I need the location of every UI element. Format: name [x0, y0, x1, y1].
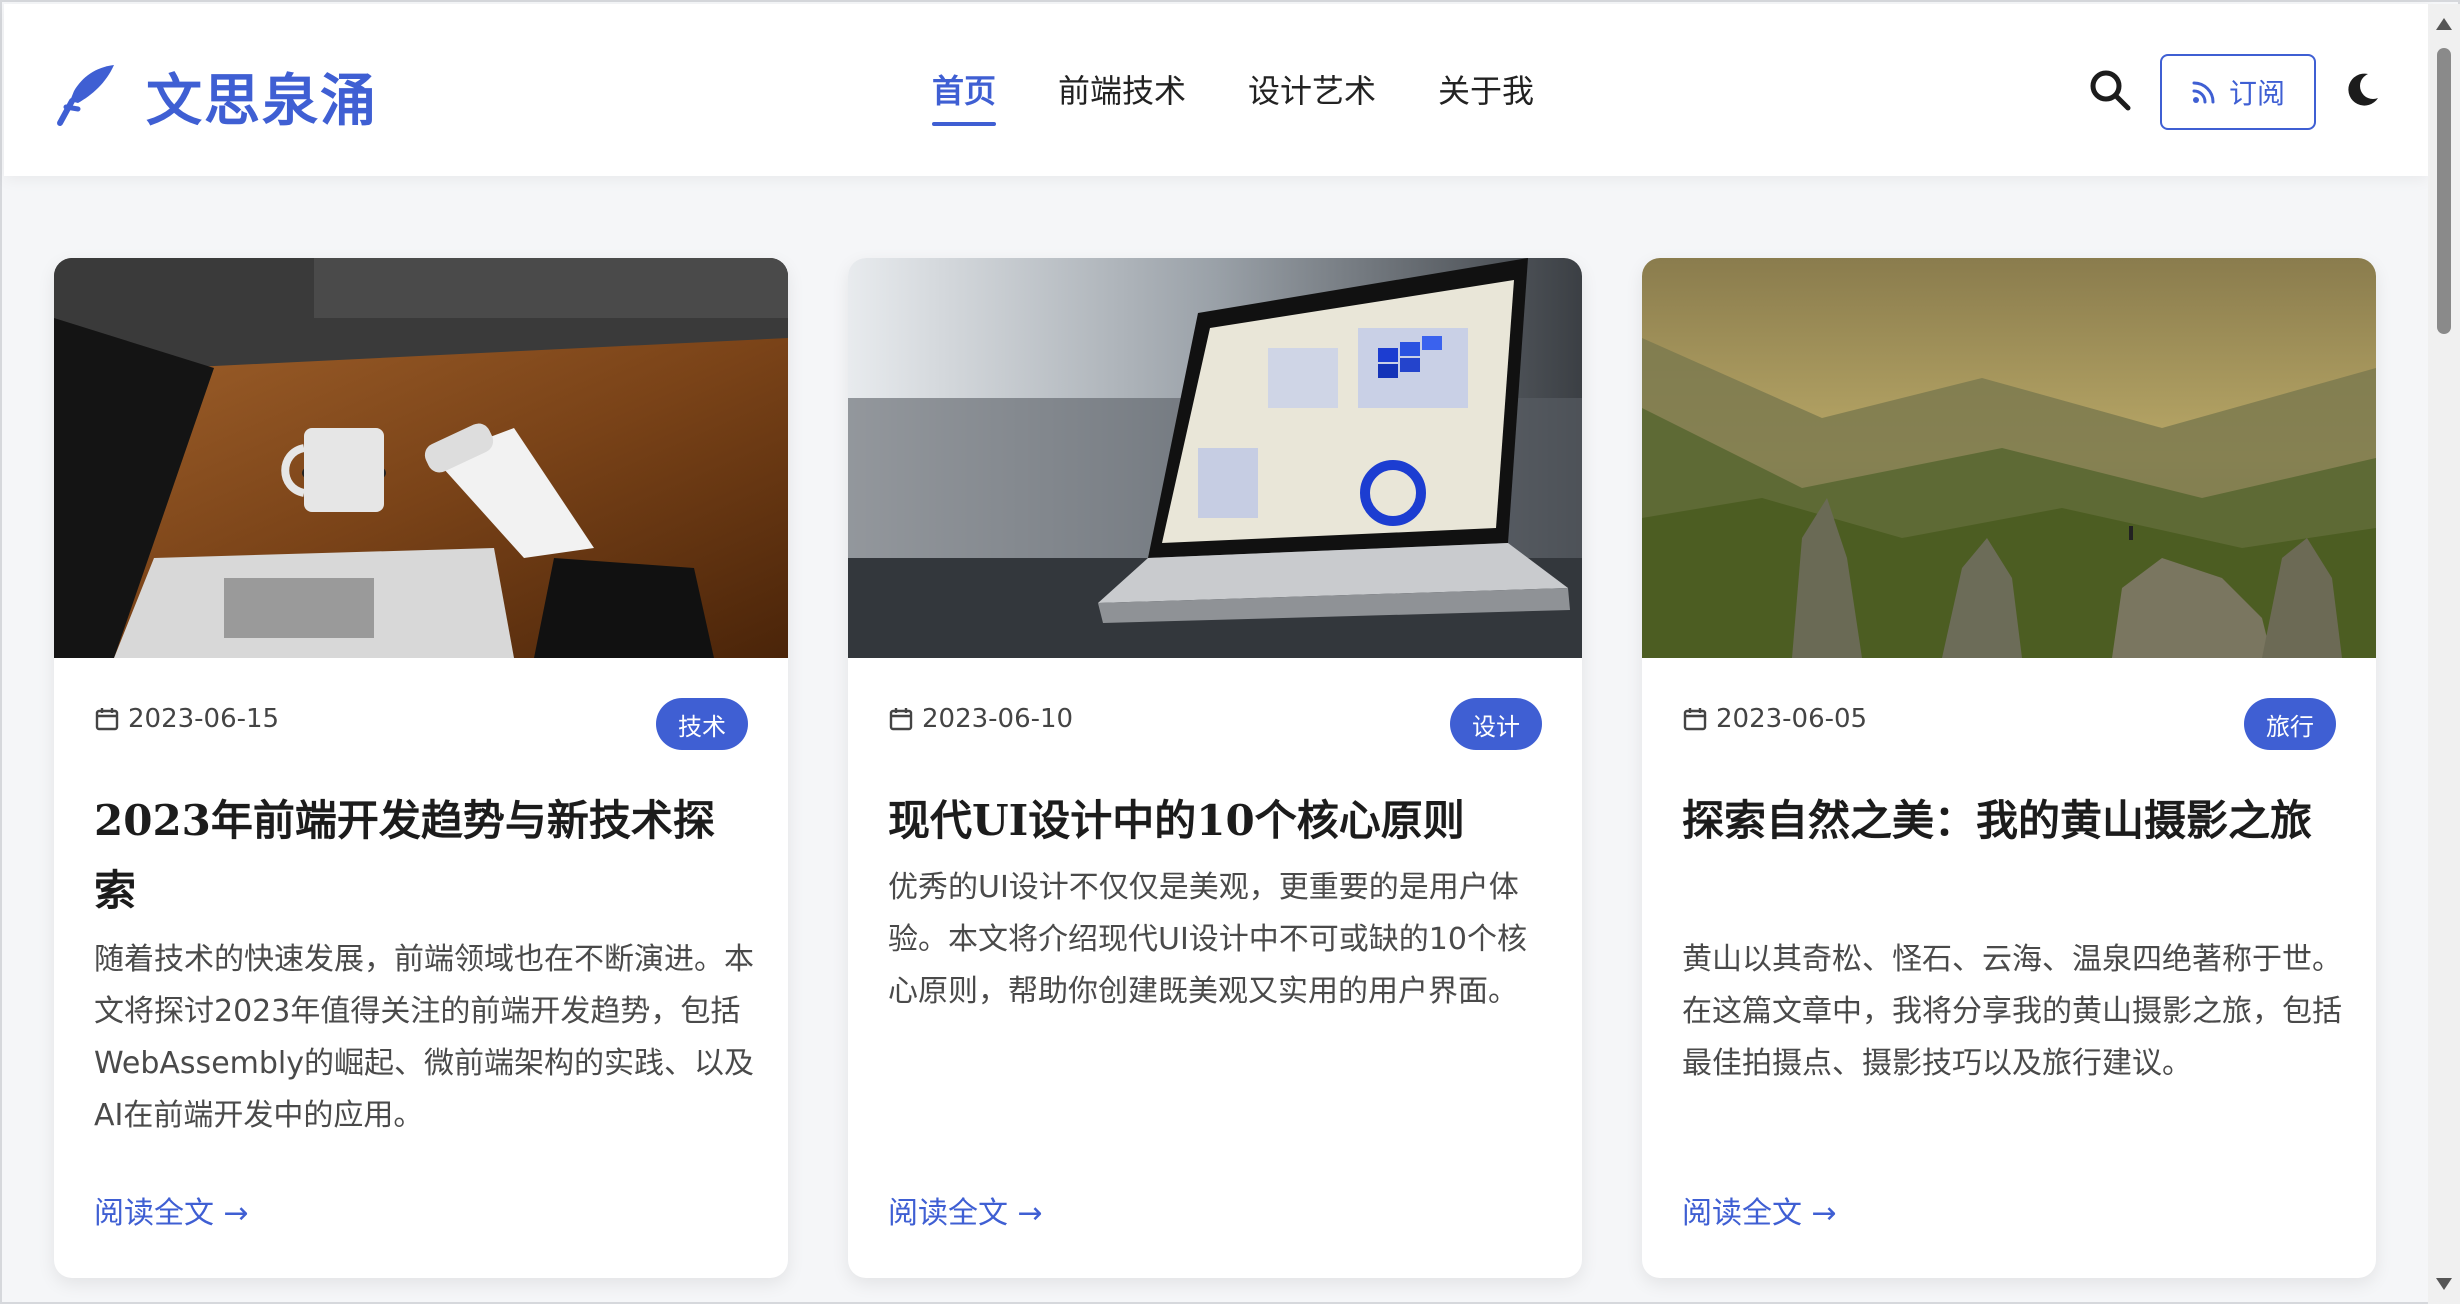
article-image[interactable] — [54, 258, 788, 658]
moon-icon — [2348, 73, 2378, 106]
rss-icon — [2192, 81, 2215, 104]
calendar-icon — [1683, 708, 1707, 731]
site-title: 文思泉涌 — [146, 68, 378, 134]
article-card[interactable]: 2023-06-10 设计 现代UI设计中的10个核心原则 优秀的UI设计不仅仅… — [848, 258, 1582, 1278]
article-excerpt: 随着技术的快速发展，前端领域也在不断演进。本文将探讨2023年值得关注的前端开发… — [94, 942, 754, 1133]
scroll-down-icon[interactable] — [2436, 1278, 2452, 1290]
read-more-link[interactable]: 阅读全文 → — [1682, 1188, 1837, 1232]
article-image[interactable] — [848, 258, 1582, 658]
subscribe-button[interactable]: 订阅 — [2160, 54, 2316, 130]
nav-item-home[interactable]: 首页 — [932, 66, 997, 126]
calendar-icon — [889, 708, 913, 731]
article-excerpt: 黄山以其奇松、怪石、云海、温泉四绝著称于世。在这篇文章中，我将分享我的黄山摄影之… — [1682, 942, 2342, 1081]
article-date: 2023-06-10 — [922, 704, 1074, 734]
scroll-up-icon[interactable] — [2436, 18, 2452, 30]
category-badge[interactable]: 设计 — [1450, 698, 1542, 750]
article-meta: 2023-06-15 — [94, 704, 279, 734]
read-more-link[interactable]: 阅读全文 → — [94, 1188, 249, 1232]
article-date: 2023-06-15 — [128, 704, 280, 734]
site-logo[interactable]: 文思泉涌 — [52, 56, 378, 137]
article-title[interactable]: 现代UI设计中的10个核心原则 — [888, 786, 1548, 856]
category-badge[interactable]: 技术 — [656, 698, 748, 750]
search-button[interactable] — [2086, 66, 2134, 114]
calendar-icon — [95, 708, 119, 731]
site-header: 文思泉涌 首页 前端技术 设计艺术 关于我 订阅 — [4, 4, 2428, 176]
article-meta: 2023-06-10 — [888, 704, 1073, 734]
nav-item-frontend[interactable]: 前端技术 — [1058, 66, 1186, 126]
main-nav: 首页 前端技术 设计艺术 关于我 — [932, 66, 1534, 126]
article-meta: 2023-06-05 — [1682, 704, 1867, 734]
feather-pen-icon — [52, 61, 120, 133]
read-more-link[interactable]: 阅读全文 → — [888, 1188, 1043, 1232]
article-card[interactable]: 2023-06-15 技术 2023年前端开发趋势与新技术探索 随着技术的快速发… — [54, 258, 788, 1278]
article-title[interactable]: 探索自然之美：我的黄山摄影之旅 — [1682, 786, 2342, 856]
article-image[interactable] — [1642, 258, 2376, 658]
article-title[interactable]: 2023年前端开发趋势与新技术探索 — [94, 786, 754, 926]
page-scrollbar[interactable] — [2428, 4, 2460, 1304]
browser-viewport: 文思泉涌 首页 前端技术 设计艺术 关于我 订阅 2023-06-15 技术 2… — [0, 0, 2460, 1304]
nav-item-about[interactable]: 关于我 — [1438, 66, 1534, 126]
nav-item-design[interactable]: 设计艺术 — [1248, 66, 1376, 126]
theme-toggle-button[interactable] — [2342, 70, 2382, 110]
search-icon — [2090, 70, 2131, 111]
article-date: 2023-06-05 — [1716, 704, 1868, 734]
category-badge[interactable]: 旅行 — [2244, 698, 2336, 750]
subscribe-label: 订阅 — [2228, 77, 2285, 110]
article-excerpt: 优秀的UI设计不仅仅是美观，更重要的是用户体验。本文将介绍现代UI设计中不可或缺… — [888, 870, 1527, 1009]
article-card[interactable]: 2023-06-05 旅行 探索自然之美：我的黄山摄影之旅 黄山以其奇松、怪石、… — [1642, 258, 2376, 1278]
scrollbar-thumb[interactable] — [2437, 48, 2451, 334]
